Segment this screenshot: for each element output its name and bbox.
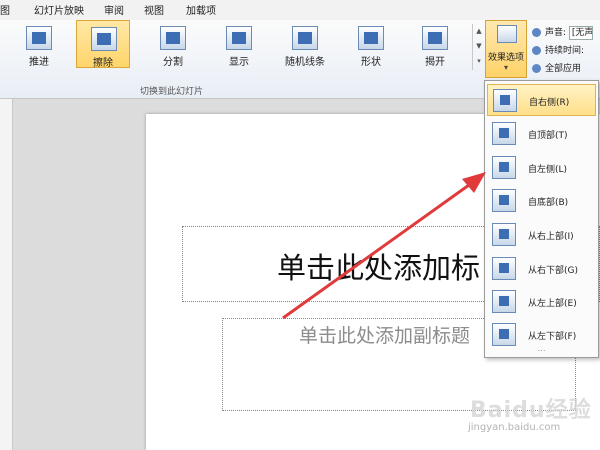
transition-shape-button[interactable]: 形状 [344, 20, 398, 68]
menu-item-label: 从右下部(G) [528, 266, 578, 276]
menu-item-from-top[interactable]: 自顶部(T) [487, 118, 596, 150]
from-left-icon [492, 156, 516, 179]
wipe-transition-icon [91, 27, 117, 51]
transition-label: 显示 [229, 57, 249, 68]
menu-item-from-bottom-right[interactable]: 从右下部(G) [487, 253, 596, 285]
sound-select[interactable]: [无声 [568, 25, 593, 40]
speaker-icon [532, 28, 541, 37]
effect-options-menu: 自右侧(R) 自顶部(T) 自左侧(L) 自底部(B) 从右上部(I) 从右下部… [484, 80, 599, 358]
title-placeholder-text: 单击此处添加标 [277, 251, 481, 285]
effect-options-icon [497, 25, 517, 43]
from-bottom-left-icon [492, 323, 516, 346]
transition-random-bars-button[interactable]: 随机线条 [278, 20, 332, 68]
menu-item-from-top-right[interactable]: 从右上部(I) [487, 219, 596, 251]
sound-label: 声音: [545, 28, 567, 38]
scroll-up-icon[interactable]: ▲ [473, 24, 485, 39]
transition-split-button[interactable]: 分割 [146, 20, 200, 68]
menu-item-from-right[interactable]: 自右侧(R) [487, 84, 596, 116]
transition-label: 分割 [163, 57, 183, 68]
menu-item-from-bottom[interactable]: 自底部(B) [487, 185, 596, 217]
transition-reveal-button[interactable]: 显示 [212, 20, 266, 68]
timing-options: 声音: [无声 持续时间: 全部应用 [532, 24, 600, 78]
thumbnail-panel [0, 99, 13, 450]
apply-all-button[interactable]: 全部应用 [532, 60, 600, 78]
menu-item-label: 自底部(B) [528, 198, 569, 208]
transition-wipe-button[interactable]: 擦除 [76, 20, 130, 69]
random-bars-transition-icon [292, 26, 318, 50]
reveal-transition-icon [226, 26, 252, 50]
from-bottom-right-icon [492, 257, 516, 280]
menu-item-from-left[interactable]: 自左侧(L) [487, 152, 596, 184]
menu-item-label: 自左侧(L) [528, 165, 568, 175]
from-top-left-icon [492, 290, 516, 313]
menu-resize-grip[interactable]: ⋯ [485, 347, 598, 357]
menu-item-label: 自顶部(T) [528, 131, 568, 141]
duration-option[interactable]: 持续时间: [532, 42, 600, 60]
uncover-transition-icon [422, 26, 448, 50]
shape-transition-icon [358, 26, 384, 50]
watermark-url: jingyan.baidu.com [468, 422, 561, 433]
transition-label: 擦除 [93, 58, 113, 69]
menu-item-view[interactable]: 视图 [144, 2, 164, 17]
transition-label: 随机线条 [285, 57, 325, 68]
watermark-logo: Baidu经验 [470, 398, 592, 423]
menu-item-label: 自右侧(R) [529, 98, 570, 108]
menu-bar: 图 幻灯片放映 审阅 视图 加载项 [0, 0, 600, 21]
subtitle-placeholder-text: 单击此处添加副标题 [299, 325, 471, 347]
from-top-right-icon [492, 223, 516, 246]
apply-all-icon [532, 64, 541, 73]
transition-push-button[interactable]: 推进 [12, 20, 66, 68]
effect-options-button[interactable]: 效果选项 ▾ [485, 20, 527, 78]
effect-options-label: 效果选项 [487, 53, 524, 63]
menu-item-review[interactable]: 审阅 [104, 2, 124, 17]
from-top-icon [492, 122, 516, 145]
menu-item-label: 从左上部(E) [528, 299, 577, 309]
group-label: 切换到此幻灯片 [140, 87, 204, 97]
apply-all-label: 全部应用 [545, 64, 582, 74]
duration-label: 持续时间: [545, 46, 585, 56]
transition-label: 揭开 [425, 57, 445, 68]
menu-item-addins[interactable]: 加载项 [186, 2, 216, 17]
push-transition-icon [26, 26, 52, 50]
menu-item-slideshow[interactable]: 幻灯片放映 [34, 2, 84, 17]
transition-uncover-button[interactable]: 揭开 [408, 20, 462, 68]
transition-label: 推进 [29, 57, 49, 68]
menu-item-label: 从右上部(I) [528, 232, 574, 242]
scroll-down-icon[interactable]: ▼ [473, 39, 485, 54]
menu-item-from-top-left[interactable]: 从左上部(E) [487, 286, 596, 318]
chevron-down-icon: ▾ [503, 63, 508, 72]
sound-option[interactable]: 声音: [无声 [532, 24, 600, 42]
gallery-more-icon[interactable]: ▾ [473, 54, 485, 69]
gallery-scrollbar[interactable]: ▲ ▼ ▾ [472, 24, 485, 70]
from-right-icon [493, 89, 517, 112]
menu-item-label: 从左下部(F) [528, 332, 577, 342]
split-transition-icon [160, 26, 186, 50]
menu-item-design[interactable]: 图 [0, 2, 10, 17]
clock-icon [532, 46, 541, 55]
transition-label: 形状 [361, 57, 381, 68]
from-bottom-icon [492, 189, 516, 212]
transition-gallery: 推进 擦除 分割 显示 随机线条 形状 揭开 ▲ ▼ ▾ [0, 20, 485, 87]
